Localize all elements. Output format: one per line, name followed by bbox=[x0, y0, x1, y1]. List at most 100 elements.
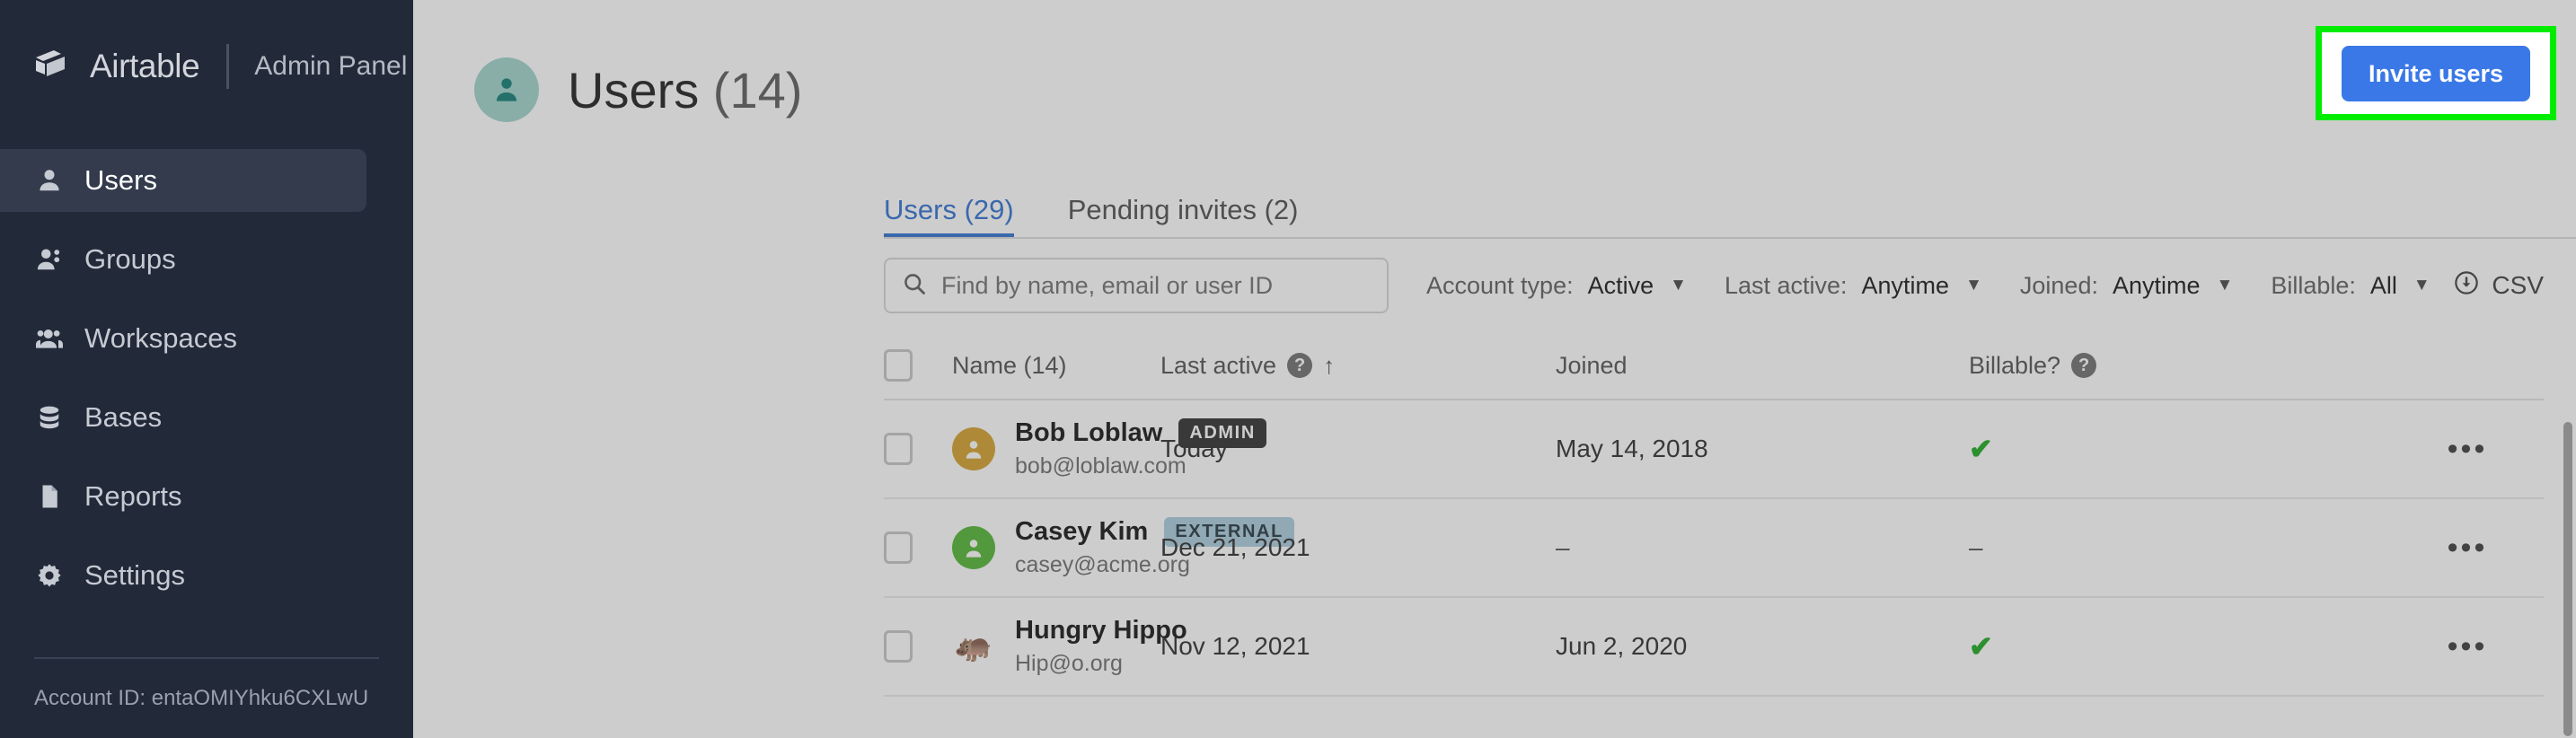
column-header-joined[interactable]: Joined bbox=[1556, 352, 1969, 380]
search-box[interactable] bbox=[884, 258, 1389, 313]
table-row[interactable]: 🦛 Hungry Hippo Hip@o.org Nov 12, 2021 Ju… bbox=[884, 598, 2544, 697]
filter-joined[interactable]: Joined: Anytime ▼ bbox=[2020, 272, 2233, 300]
users-table: Name (14) Last active ? ↑ Joined Billabl… bbox=[413, 332, 2576, 697]
download-icon bbox=[2454, 270, 2479, 302]
filter-value: Anytime bbox=[1861, 271, 1950, 299]
row-more-menu-button[interactable]: ••• bbox=[2448, 532, 2488, 563]
column-header-last-active-label: Last active bbox=[1160, 351, 1277, 379]
last-active-value: Nov 12, 2021 bbox=[1160, 632, 1310, 660]
sidebar-nav: Users Groups Workspaces Bases Reports Se… bbox=[0, 149, 413, 607]
tab-users[interactable]: Users (29) bbox=[884, 194, 1014, 239]
page-title-count: (14) bbox=[712, 61, 803, 119]
sidebar-item-users[interactable]: Users bbox=[0, 149, 366, 212]
filter-label: Account type: bbox=[1426, 271, 1574, 299]
invite-users-highlight: Invite users bbox=[2316, 26, 2556, 120]
sort-ascending-icon[interactable]: ↑ bbox=[1323, 352, 1335, 380]
row-actions-cell: ••• bbox=[2391, 631, 2544, 662]
column-header-billable[interactable]: Billable? ? bbox=[1969, 352, 2391, 380]
row-actions-cell: ••• bbox=[2391, 532, 2544, 563]
billable-value: – bbox=[1969, 533, 2391, 562]
database-icon bbox=[34, 402, 65, 433]
user-cell: Bob Loblaw ADMIN bob@loblaw.com bbox=[952, 418, 1266, 479]
page-title-text: Users bbox=[568, 61, 700, 119]
sidebar-item-label: Users bbox=[84, 164, 157, 196]
billable-value: ✔ bbox=[1969, 432, 2391, 466]
gear-icon bbox=[34, 560, 65, 591]
sidebar-item-label: Groups bbox=[84, 243, 176, 275]
column-header-billable-label: Billable? bbox=[1969, 351, 2061, 379]
tab-pending-invites[interactable]: Pending invites (2) bbox=[1068, 194, 1299, 239]
joined-value: May 14, 2018 bbox=[1556, 435, 1708, 462]
account-id: Account ID: entaOMIYhku6CXLwU bbox=[34, 686, 369, 710]
filter-value: All bbox=[2369, 271, 2397, 299]
invite-users-button[interactable]: Invite users bbox=[2341, 45, 2531, 101]
tab-bar-rule bbox=[884, 237, 2576, 239]
users-icon bbox=[34, 244, 65, 275]
sidebar-item-groups[interactable]: Groups bbox=[0, 228, 366, 291]
filter-billable[interactable]: Billable: All ▼ bbox=[2271, 272, 2430, 300]
sidebar: Airtable Admin Panel Users Groups Worksp… bbox=[0, 0, 413, 738]
tab-bar: Users (29) Pending invites (2) bbox=[413, 180, 2576, 239]
sidebar-divider bbox=[34, 657, 379, 659]
scrollbar-thumb[interactable] bbox=[2563, 422, 2572, 736]
brand-header: Airtable Admin Panel bbox=[0, 0, 413, 133]
row-checkbox[interactable] bbox=[884, 630, 913, 663]
user-email: bob@loblaw.com bbox=[1015, 453, 1187, 479]
row-select-cell bbox=[884, 630, 952, 663]
filter-label: Billable: bbox=[2271, 271, 2356, 299]
chevron-down-icon: ▼ bbox=[2413, 276, 2430, 294]
column-header-name[interactable]: Name (14) bbox=[952, 352, 1160, 380]
filter-last-active[interactable]: Last active: Anytime ▼ bbox=[1725, 272, 1982, 300]
sidebar-item-bases[interactable]: Bases bbox=[0, 386, 366, 449]
sidebar-item-workspaces[interactable]: Workspaces bbox=[0, 307, 366, 370]
document-icon bbox=[34, 481, 65, 512]
row-checkbox[interactable] bbox=[884, 433, 913, 465]
page-title: Users (14) bbox=[568, 61, 802, 119]
table-row[interactable]: Bob Loblaw ADMIN bob@loblaw.com Today Ma… bbox=[884, 400, 2544, 499]
user-name: Bob Loblaw bbox=[1015, 418, 1163, 447]
page-header: Users (14) bbox=[413, 0, 2576, 180]
sidebar-item-label: Settings bbox=[84, 559, 186, 591]
export-csv-label: CSV bbox=[2492, 271, 2544, 299]
brand-divider bbox=[226, 44, 230, 89]
sidebar-item-reports[interactable]: Reports bbox=[0, 465, 366, 528]
chevron-down-icon: ▼ bbox=[2216, 276, 2234, 294]
user-cell: 🦛 Hungry Hippo Hip@o.org bbox=[952, 616, 1187, 677]
sidebar-item-label: Workspaces bbox=[84, 322, 237, 354]
row-checkbox[interactable] bbox=[884, 532, 913, 564]
chevron-down-icon: ▼ bbox=[1670, 276, 1687, 294]
select-all-checkbox[interactable] bbox=[884, 349, 913, 382]
column-header-name-label: Name (14) bbox=[952, 351, 1067, 379]
export-csv-button[interactable]: CSV bbox=[2454, 270, 2544, 302]
row-actions-cell: ••• bbox=[2391, 434, 2544, 464]
avatar bbox=[952, 526, 995, 569]
dash-icon: – bbox=[1969, 533, 1983, 561]
filter-value: Active bbox=[1587, 271, 1654, 299]
row-more-menu-button[interactable]: ••• bbox=[2448, 434, 2488, 464]
help-icon[interactable]: ? bbox=[2071, 353, 2097, 378]
row-select-cell bbox=[884, 433, 952, 465]
page-avatar-icon bbox=[474, 57, 539, 122]
sidebar-item-settings[interactable]: Settings bbox=[0, 544, 366, 607]
sidebar-item-label: Bases bbox=[84, 401, 163, 433]
joined-value: Jun 2, 2020 bbox=[1556, 632, 1688, 660]
search-input[interactable] bbox=[941, 271, 1371, 300]
check-icon: ✔ bbox=[1969, 433, 1993, 465]
filter-label: Last active: bbox=[1724, 271, 1848, 299]
user-name: Casey Kim bbox=[1015, 517, 1149, 546]
filter-account-type[interactable]: Account type: Active ▼ bbox=[1426, 272, 1687, 300]
last-active-value: Today bbox=[1160, 435, 1228, 462]
user-cell: Casey Kim EXTERNAL casey@acme.org bbox=[952, 517, 1294, 578]
select-all-cell bbox=[884, 349, 952, 382]
filter-label: Joined: bbox=[2019, 271, 2098, 299]
filter-bar: Account type: Active ▼ Last active: Anyt… bbox=[413, 239, 2576, 332]
vertical-scrollbar[interactable] bbox=[2560, 0, 2576, 738]
table-row[interactable]: Casey Kim EXTERNAL casey@acme.org Dec 21… bbox=[884, 499, 2544, 598]
help-icon[interactable]: ? bbox=[1287, 353, 1313, 378]
row-more-menu-button[interactable]: ••• bbox=[2448, 631, 2488, 662]
column-header-last-active[interactable]: Last active ? ↑ bbox=[1160, 352, 1556, 380]
avatar bbox=[952, 427, 995, 470]
user-email: Hip@o.org bbox=[1015, 651, 1123, 676]
user-group-icon bbox=[34, 323, 65, 354]
airtable-logo-icon bbox=[34, 48, 77, 84]
